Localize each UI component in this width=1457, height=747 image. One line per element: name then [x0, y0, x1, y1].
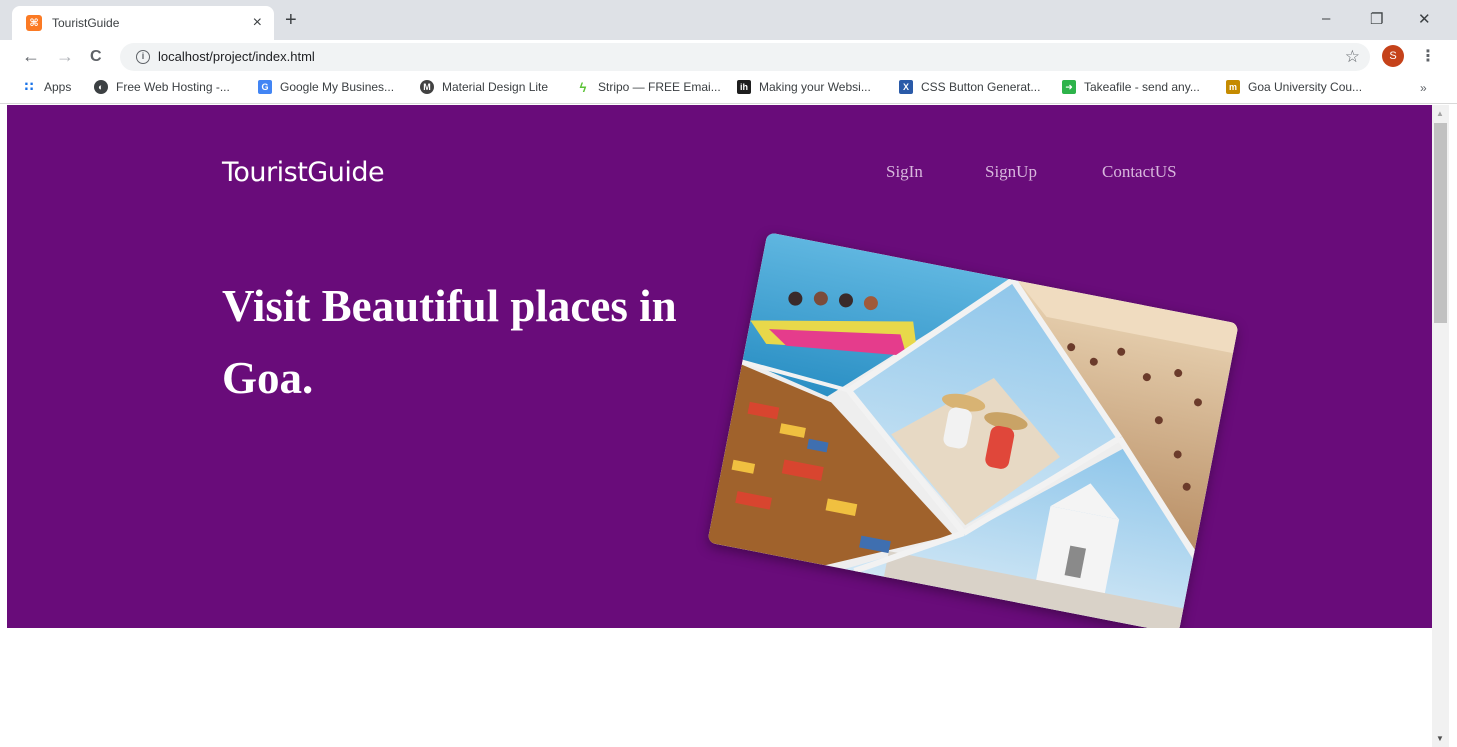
- scroll-down-arrow-icon[interactable]: ▼: [1436, 734, 1444, 743]
- bookmark-css-button-generator[interactable]: X CSS Button Generat...: [899, 80, 1040, 94]
- google-business-icon: G: [258, 80, 272, 94]
- goa-collage-image: [707, 232, 1239, 628]
- bookmark-label: Google My Busines...: [280, 80, 395, 94]
- css-x-icon: X: [899, 80, 913, 94]
- menu-dots-icon[interactable]: ⋮: [1420, 46, 1436, 66]
- bookmark-star-icon[interactable]: ☆: [1345, 47, 1360, 67]
- minimize-icon[interactable]: –: [1322, 10, 1330, 27]
- forward-arrow-icon[interactable]: →: [56, 46, 74, 67]
- bookmark-stripo[interactable]: ϟ Stripo — FREE Emai...: [576, 79, 721, 95]
- close-window-icon[interactable]: ✕: [1418, 10, 1431, 28]
- tab-title: TouristGuide: [52, 16, 120, 30]
- bookmark-material-design-lite[interactable]: M Material Design Lite: [420, 80, 548, 94]
- apps-grid-icon: ∷: [24, 79, 34, 94]
- bookmark-label: Stripo — FREE Emai...: [598, 80, 721, 94]
- page-viewport: TouristGuide SigIn SignUp ContactUS Visi…: [0, 105, 1457, 747]
- new-tab-button[interactable]: +: [285, 9, 297, 32]
- bookmark-google-my-business[interactable]: G Google My Busines...: [258, 80, 394, 94]
- info-icon[interactable]: i: [136, 50, 150, 64]
- nav-signin-link[interactable]: SigIn: [886, 162, 923, 182]
- tab-strip: ⌘ TouristGuide × + – ❐ ✕: [0, 0, 1457, 40]
- scrollbar-thumb[interactable]: [1434, 123, 1447, 323]
- ih-icon: ih: [737, 80, 751, 94]
- bookmark-label: Material Design Lite: [442, 80, 549, 94]
- nav-contactus-link[interactable]: ContactUS: [1102, 162, 1177, 182]
- tab-close-icon[interactable]: ×: [253, 14, 262, 32]
- bookmark-making-your-website[interactable]: ih Making your Websi...: [737, 80, 871, 94]
- site-logo[interactable]: TouristGuide: [222, 157, 385, 188]
- bookmarks-overflow-icon[interactable]: »: [1420, 81, 1427, 95]
- bookmark-label: Making your Websi...: [759, 80, 871, 94]
- goa-university-icon: m: [1226, 80, 1240, 94]
- hero-section: TouristGuide SigIn SignUp ContactUS Visi…: [7, 105, 1432, 628]
- bookmark-label: Goa University Cou...: [1248, 80, 1363, 94]
- material-icon: M: [420, 80, 434, 94]
- hero-headline: Visit Beautiful places in Goa.: [222, 281, 677, 403]
- reload-icon[interactable]: C: [90, 48, 102, 66]
- browser-toolbar: ← → C i localhost/project/index.html ☆ S…: [0, 40, 1457, 74]
- bookmarks-bar: ∷ Apps ◐ Free Web Hosting -... G Google …: [0, 74, 1457, 104]
- bookmark-goa-university[interactable]: m Goa University Cou...: [1226, 80, 1362, 94]
- hero-collage-wrapper: [707, 232, 1239, 628]
- profile-avatar[interactable]: S: [1382, 45, 1404, 67]
- bookmark-label: Free Web Hosting -...: [116, 80, 230, 94]
- bookmark-label: Apps: [44, 80, 72, 94]
- vertical-scrollbar[interactable]: ▲ ▼: [1432, 105, 1449, 747]
- browser-tab[interactable]: ⌘ TouristGuide ×: [12, 6, 274, 40]
- scroll-up-arrow-icon[interactable]: ▲: [1436, 109, 1444, 118]
- back-arrow-icon[interactable]: ←: [22, 46, 40, 67]
- restore-icon[interactable]: ❐: [1370, 10, 1383, 28]
- bookmark-free-web-hosting[interactable]: ◐ Free Web Hosting -...: [94, 80, 230, 94]
- bookmark-takeafile[interactable]: ➜ Takeafile - send any...: [1062, 80, 1200, 94]
- stripo-icon: ϟ: [579, 79, 587, 95]
- nav-signup-link[interactable]: SignUp: [985, 162, 1037, 182]
- bookmark-apps[interactable]: ∷ Apps: [22, 79, 72, 94]
- bookmark-label: CSS Button Generat...: [921, 80, 1041, 94]
- bookmark-label: Takeafile - send any...: [1084, 80, 1200, 94]
- address-bar[interactable]: i localhost/project/index.html ☆: [120, 43, 1370, 71]
- xampp-icon: ⌘: [26, 15, 42, 31]
- url-text[interactable]: localhost/project/index.html: [158, 49, 315, 64]
- takeafile-icon: ➜: [1062, 80, 1076, 94]
- globe-icon: ◐: [94, 80, 108, 94]
